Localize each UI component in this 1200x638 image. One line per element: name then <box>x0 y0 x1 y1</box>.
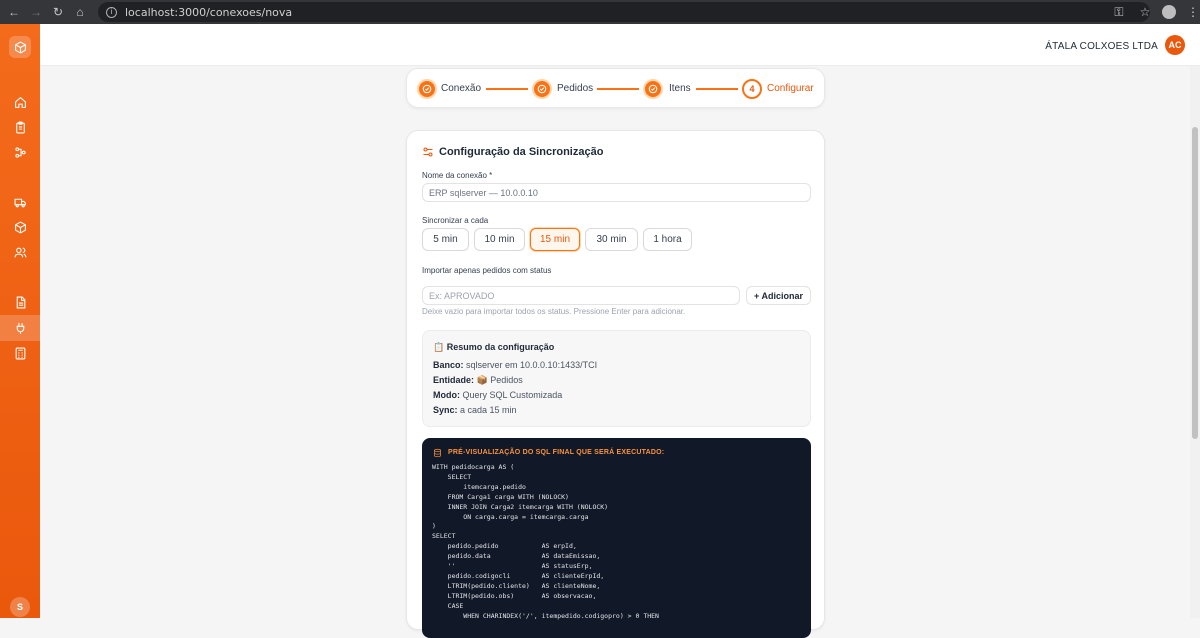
sync-interval-label: Sincronizar a cada <box>422 216 489 225</box>
summary-sync: Sync: a cada 15 min <box>433 405 517 415</box>
summary-modo: Modo: Query SQL Customizada <box>433 390 563 400</box>
sync-option-30min[interactable]: 30 min <box>585 228 638 251</box>
users-icon[interactable] <box>8 241 32 263</box>
document-icon[interactable] <box>8 291 32 313</box>
settings-sliders-icon <box>423 147 433 157</box>
status-filter-label: Importar apenas pedidos com status <box>422 266 552 275</box>
star-icon[interactable]: ☆ <box>1132 5 1158 19</box>
sync-option-15min[interactable]: 15 min <box>530 228 580 251</box>
sql-preview-title: PRÉ-VISUALIZAÇÃO DO SQL FINAL QUE SERÁ E… <box>448 449 665 456</box>
wizard-stepper: Conexão Pedidos Itens 4 Configurar <box>406 68 825 108</box>
add-status-button[interactable]: + Adicionar <box>746 286 811 305</box>
sync-option-10min[interactable]: 10 min <box>474 228 525 251</box>
user-avatar[interactable]: AC <box>1165 35 1185 55</box>
step-label-conexao: Conexão <box>441 83 482 94</box>
step-connector <box>597 88 639 90</box>
truck-icon[interactable] <box>8 191 32 213</box>
step-connector <box>486 88 528 90</box>
step-connector <box>696 88 738 90</box>
sql-code: WITH pedidocarga AS ( SELECT itemcarga.p… <box>432 463 659 620</box>
step-number-4: 4 <box>742 79 762 99</box>
step-label-configurar: Configurar <box>767 83 814 94</box>
summary-banco: Banco: sqlserver em 10.0.0.10:1433/TCI <box>433 360 598 370</box>
home-browser-icon[interactable]: ⌂ <box>69 0 91 24</box>
logo-box-icon[interactable] <box>9 36 31 58</box>
plug-icon[interactable] <box>0 315 40 341</box>
step-done-check-icon <box>643 79 663 99</box>
status-input[interactable]: Ex: APROVADO <box>422 286 740 305</box>
scrollbar-thumb[interactable] <box>1192 127 1198 439</box>
clipboard-icon[interactable] <box>8 116 32 138</box>
step-label-itens: Itens <box>669 83 691 94</box>
step-done-check-icon <box>532 79 552 99</box>
config-card: Configuração da Sincronização Nome da co… <box>406 130 825 638</box>
connection-name-label: Nome da conexão * <box>422 171 493 180</box>
calculator-icon[interactable] <box>8 342 32 364</box>
connection-name-input[interactable]: ERP sqlserver — 10.0.0.10 <box>422 183 811 202</box>
status-hint: Deixe vazio para importar todos os statu… <box>422 307 686 316</box>
app-header: ÁTALA COLXOES LTDA AC <box>40 24 1200 66</box>
sidebar: S <box>0 24 40 618</box>
database-icon <box>434 448 441 458</box>
sql-preview: PRÉ-VISUALIZAÇÃO DO SQL FINAL QUE SERÁ E… <box>422 438 811 638</box>
profile-icon[interactable] <box>1162 5 1176 19</box>
sync-option-5min[interactable]: 5 min <box>422 228 469 251</box>
config-summary: 📋 Resumo da configuração Banco: sqlserve… <box>422 330 811 427</box>
box-icon[interactable] <box>8 216 32 238</box>
key-icon[interactable]: ⚿ <box>1106 5 1132 20</box>
url-text: localhost:3000/conexoes/nova <box>125 5 293 19</box>
step-label-pedidos: Pedidos <box>557 83 594 94</box>
forward-icon[interactable]: → <box>25 0 47 24</box>
back-icon[interactable]: ← <box>3 0 25 24</box>
sync-option-1hora[interactable]: 1 hora <box>643 228 692 251</box>
card-title: Configuração da Sincronização <box>439 146 604 158</box>
company-name: ÁTALA COLXOES LTDA <box>1045 41 1158 52</box>
summary-title: 📋 Resumo da configuração <box>433 342 555 352</box>
workflow-icon[interactable] <box>8 141 32 163</box>
more-menu-icon[interactable]: ⋮ <box>1186 5 1200 19</box>
site-info-icon[interactable]: i <box>106 6 117 18</box>
address-bar[interactable]: i localhost:3000/conexoes/nova <box>98 2 1150 22</box>
home-icon[interactable] <box>8 91 32 113</box>
browser-toolbar: ← → ↻ ⌂ i localhost:3000/conexoes/nova ⚿… <box>0 0 1200 24</box>
reload-icon[interactable]: ↻ <box>47 0 69 24</box>
step-done-check-icon <box>417 79 437 99</box>
summary-entidade: Entidade: 📦 Pedidos <box>433 375 523 385</box>
user-avatar-sidebar[interactable]: S <box>10 597 30 617</box>
